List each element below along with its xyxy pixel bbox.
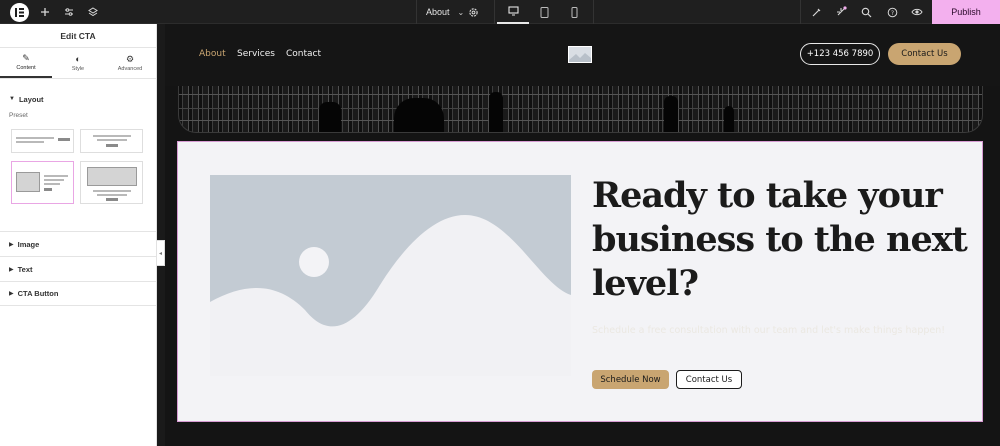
desktop-icon[interactable]	[497, 0, 529, 24]
page-selector[interactable]: About ⌄	[416, 0, 494, 24]
sliders-icon[interactable]	[62, 5, 76, 19]
notifications-icon[interactable]	[834, 5, 848, 19]
cta-description: Schedule a free consultation with our te…	[592, 325, 946, 336]
toolbar-right-group: ?	[800, 0, 932, 24]
caret-right-icon: ▶	[9, 266, 14, 273]
cta-section[interactable]: Ready to take your business to the next …	[177, 141, 983, 422]
site-header: About Services Contact +123 456 7890 Con…	[165, 24, 1000, 86]
ai-icon[interactable]	[809, 5, 823, 19]
section-text-label: Text	[17, 264, 33, 274]
cta-title: Ready to take your business to the next …	[592, 175, 968, 304]
gear-icon: ⚙	[125, 54, 135, 64]
section-image[interactable]: ▶ Image	[0, 231, 156, 256]
section-cta-button-label: CTA Button	[17, 289, 59, 298]
mobile-icon[interactable]	[558, 0, 590, 24]
publish-button[interactable]: Publish	[932, 0, 1000, 24]
tab-content[interactable]: ✎ Content	[0, 48, 52, 78]
image-placeholder-icon	[210, 175, 571, 376]
preset-option-3[interactable]	[11, 161, 74, 204]
tab-style-label: Style	[71, 66, 85, 72]
pencil-icon: ✎	[22, 53, 30, 63]
caret-down-icon: ▼	[9, 96, 15, 102]
section-image-label: Image	[17, 239, 40, 249]
cta-contact-button[interactable]: Contact Us	[676, 370, 742, 389]
section-layout[interactable]: ▼ Layout	[0, 87, 156, 111]
site-logo[interactable]	[568, 46, 592, 63]
cta-image-placeholder[interactable]	[210, 175, 571, 376]
hero-image	[178, 86, 983, 133]
nav-link-services[interactable]: Services	[237, 49, 275, 59]
chevron-down-icon: ⌄	[457, 7, 465, 17]
layers-icon[interactable]	[86, 5, 100, 19]
collapse-panel-button[interactable]: ◂	[157, 240, 165, 266]
half-circle-icon: ◐	[75, 54, 81, 64]
preview-eye-icon[interactable]	[910, 5, 924, 19]
phone-button[interactable]: +123 456 7890	[800, 43, 880, 65]
preset-option-2[interactable]	[80, 129, 143, 153]
schedule-now-button[interactable]: Schedule Now	[592, 370, 669, 389]
tab-style[interactable]: ◐ Style	[52, 48, 104, 78]
nav-link-about[interactable]: About	[199, 49, 226, 59]
caret-right-icon: ▶	[9, 241, 14, 248]
section-text[interactable]: ▶ Text	[0, 256, 156, 281]
elementor-logo-icon[interactable]	[10, 3, 29, 22]
editor-panel: Edit CTA ✎ Content ◐ Style ⚙ Advanced ▼ …	[0, 24, 157, 446]
preset-option-4[interactable]	[80, 161, 143, 204]
svg-text:?: ?	[890, 10, 893, 17]
preset-option-1[interactable]	[11, 129, 74, 153]
chevron-left-icon: ◂	[158, 250, 162, 257]
tab-advanced-label: Advanced	[117, 66, 143, 72]
tab-content-label: Content	[16, 65, 36, 71]
caret-right-icon: ▶	[9, 291, 14, 297]
nav-link-contact[interactable]: Contact	[286, 49, 321, 59]
search-icon[interactable]	[859, 5, 873, 19]
section-cta-button[interactable]: ▶ CTA Button	[0, 281, 156, 306]
page-name: About	[426, 7, 450, 17]
preset-label: Preset	[9, 112, 28, 119]
tab-advanced[interactable]: ⚙ Advanced	[104, 48, 156, 78]
device-switcher	[494, 0, 594, 24]
header-contact-button[interactable]: Contact Us	[888, 43, 961, 65]
tablet-icon[interactable]	[528, 0, 560, 24]
page-settings-icon[interactable]	[466, 5, 480, 19]
preview-canvas: About Services Contact +123 456 7890 Con…	[165, 24, 1000, 446]
panel-tabs: ✎ Content ◐ Style ⚙ Advanced	[0, 48, 156, 79]
top-toolbar: About ⌄ ? Publish	[0, 0, 1000, 24]
section-layout-label: Layout	[18, 94, 44, 104]
help-icon[interactable]: ?	[885, 5, 899, 19]
plus-icon[interactable]	[38, 5, 52, 19]
panel-title: Edit CTA	[0, 24, 156, 48]
